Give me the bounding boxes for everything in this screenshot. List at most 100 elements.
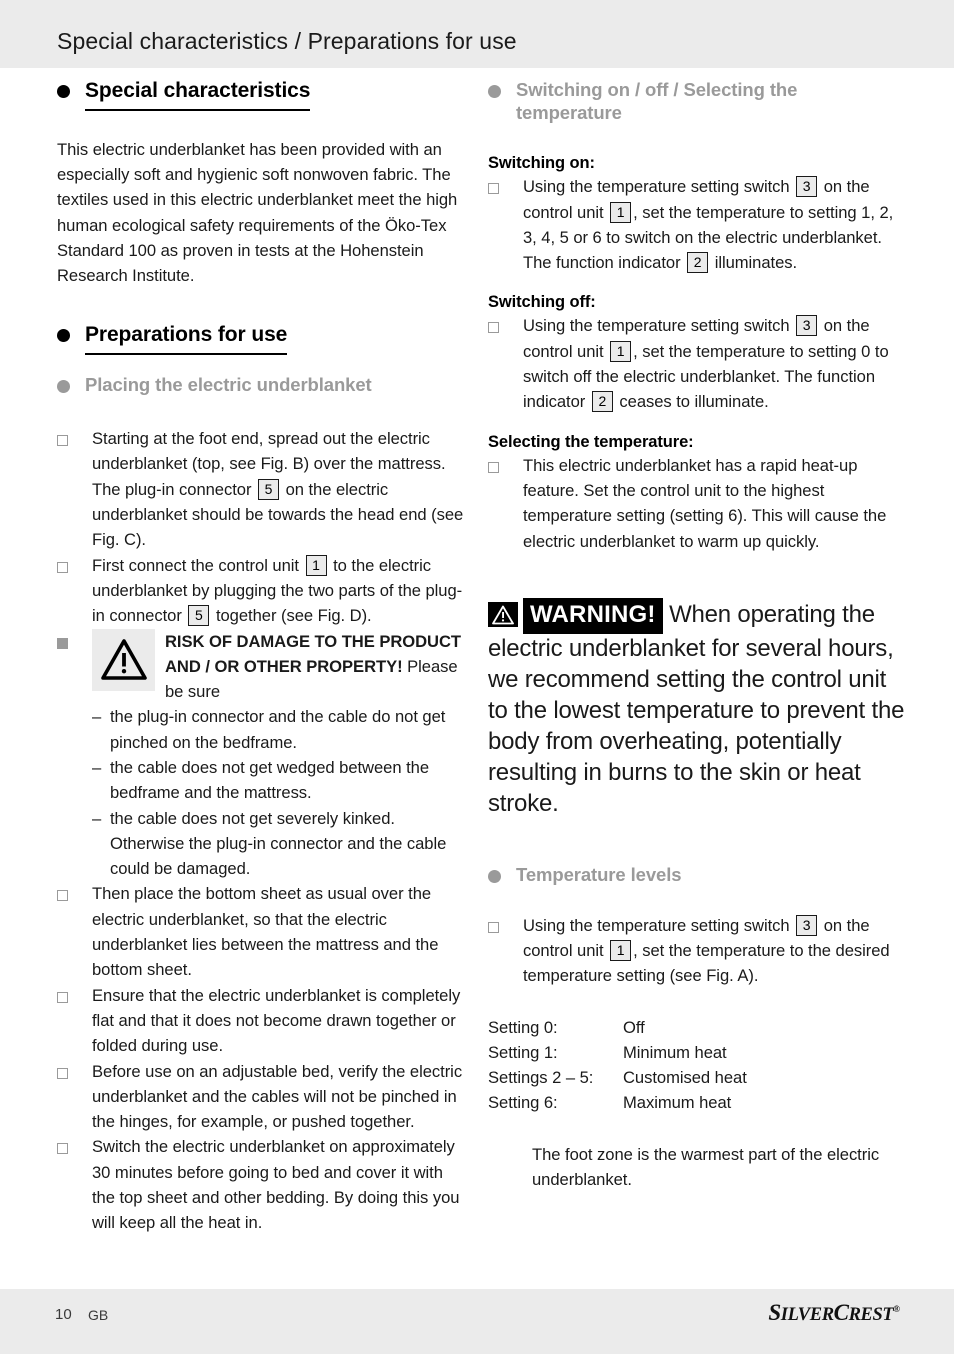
list-item-text: First connect the control unit xyxy=(92,555,299,575)
list-item-text: Ensure that the electric underblanket is… xyxy=(92,985,461,1056)
square-bullet-icon xyxy=(57,1067,68,1079)
warning-triangle-icon xyxy=(92,628,155,691)
document-page: Special characteristics / Preparations f… xyxy=(0,0,954,1354)
list-item: Using the temperature setting switch 3 o… xyxy=(488,174,906,275)
bullet-dot-icon xyxy=(57,329,70,343)
list-item: Using the temperature setting switch 3 o… xyxy=(488,313,906,414)
list-item: Before use on an adjustable bed, verify … xyxy=(57,1059,465,1135)
square-bullet-icon xyxy=(488,461,499,473)
switching-off-label: Switching off: xyxy=(488,293,596,312)
list-item-text: illuminates. xyxy=(714,253,798,273)
logo-ilver: ILVER xyxy=(780,1305,834,1325)
logo-c: C xyxy=(833,1300,849,1325)
list-item-text: Using the temperature setting switch xyxy=(523,177,790,197)
square-bullet-icon xyxy=(488,322,499,334)
bullet-dot-gray-icon xyxy=(488,85,501,98)
reference-box: 1 xyxy=(610,340,632,362)
subheading-placing-blanket: Placing the electric underblanket xyxy=(57,373,465,396)
dash-list-item-text: the plug-in connector and the cable do n… xyxy=(110,707,446,752)
bullet-dot-icon xyxy=(57,85,70,98)
heading-preparations-for-use-label: Preparations for use xyxy=(85,322,287,355)
warning-text: When operating the electric underblanket… xyxy=(488,600,905,817)
reference-box: 1 xyxy=(610,939,632,961)
dash-marker: – xyxy=(92,808,102,828)
registered-trademark-icon: ® xyxy=(893,1304,900,1314)
temperature-settings-table: Setting 0: Off Setting 1: Minimum heat S… xyxy=(488,1015,747,1116)
selecting-temperature-label: Selecting the temperature: xyxy=(488,432,694,451)
square-bullet-icon xyxy=(488,921,499,933)
list-item-text: Before use on an adjustable bed, verify … xyxy=(92,1061,463,1132)
list-item-text: Then place the bottom sheet as usual ove… xyxy=(92,884,439,980)
subheading-temperature-levels: Temperature levels xyxy=(488,863,906,886)
square-bullet-icon xyxy=(57,435,68,447)
list-item-text: This electric underblanket has a rapid h… xyxy=(523,455,887,551)
right-column: Switching on / off / Selecting the tempe… xyxy=(488,78,906,1192)
dash-list-item-text: the cable does not get wedged between th… xyxy=(110,757,430,803)
table-row: Setting 6: Maximum heat xyxy=(488,1090,747,1115)
dash-list-item: – the cable does not get wedged between … xyxy=(92,755,465,806)
left-column: Special characteristics This electric un… xyxy=(57,78,465,1236)
reference-box: 3 xyxy=(796,315,818,337)
page-title: Special characteristics / Preparations f… xyxy=(57,28,517,54)
list-item: Starting at the foot end, spread out the… xyxy=(57,426,465,552)
subheading-placing-blanket-label: Placing the electric underblanket xyxy=(85,374,372,395)
warning-triangle-icon xyxy=(488,601,518,627)
reference-box: 5 xyxy=(258,478,280,500)
square-bullet-icon xyxy=(57,890,68,902)
setting-label: Setting 1: xyxy=(488,1042,558,1062)
warning-badge-label: WARNING! xyxy=(523,597,663,634)
language-code: GB xyxy=(88,1307,109,1323)
square-bullet-filled-icon xyxy=(57,637,68,649)
dash-list-item: – the plug-in connector and the cable do… xyxy=(92,704,465,755)
heading-preparations-for-use: Preparations for use xyxy=(57,322,465,355)
table-row: Settings 2 – 5: Customised heat xyxy=(488,1065,747,1090)
list-item-text: together (see Fig. D). xyxy=(215,606,372,626)
dash-marker: – xyxy=(92,707,102,727)
reference-box: 5 xyxy=(188,605,210,627)
switching-on-label: Switching on: xyxy=(488,154,595,173)
reference-box: 3 xyxy=(796,914,818,936)
subheading-temperature-levels-label: Temperature levels xyxy=(516,864,682,886)
square-bullet-icon xyxy=(57,991,68,1003)
setting-value: Customised heat xyxy=(623,1068,747,1088)
list-item-text: Using the temperature setting switch xyxy=(523,316,790,336)
list-item-text: Switch the electric underblanket on appr… xyxy=(92,1137,460,1233)
dash-list-item-text: the cable does not get severely kinked. … xyxy=(110,808,447,879)
heading-special-characteristics-label: Special characteristics xyxy=(85,78,310,111)
subheading-switching-on-off-label: Switching on / off / Selecting the tempe… xyxy=(516,79,798,124)
list-item: This electric underblanket has a rapid h… xyxy=(488,453,906,554)
bullet-dot-gray-icon xyxy=(488,870,501,884)
risk-of-damage-block: RISK OF DAMAGE TO THE PRODUCT AND / OR O… xyxy=(57,628,465,882)
dash-marker: – xyxy=(92,757,102,777)
silvercrest-logo: SILVERCREST® xyxy=(768,1300,900,1326)
page-number: 10 xyxy=(55,1306,72,1323)
square-bullet-icon xyxy=(57,1143,68,1155)
setting-value: Off xyxy=(623,1017,645,1037)
setting-value: Maximum heat xyxy=(623,1093,732,1113)
heading-special-characteristics: Special characteristics xyxy=(57,78,465,111)
bullet-dot-gray-icon xyxy=(57,380,70,393)
reference-box: 1 xyxy=(305,554,327,576)
list-item: First connect the control unit 1 to the … xyxy=(57,553,465,629)
reference-box: 2 xyxy=(687,252,709,274)
dash-list-item: – the cable does not get severely kinked… xyxy=(92,806,465,882)
reference-box: 3 xyxy=(796,176,818,198)
logo-rest: REST xyxy=(848,1305,894,1325)
square-bullet-icon xyxy=(488,183,499,195)
setting-label: Settings 2 – 5: xyxy=(488,1068,594,1088)
running-header: Special characteristics / Preparations f… xyxy=(0,0,954,68)
list-item-text: Using the temperature setting switch xyxy=(523,915,790,935)
reference-box: 2 xyxy=(591,391,613,413)
foot-zone-note: The foot zone is the warmest part of the… xyxy=(532,1144,880,1189)
table-row: Setting 0: Off xyxy=(488,1015,747,1040)
list-item: Ensure that the electric underblanket is… xyxy=(57,983,465,1059)
subheading-switching-on-off: Switching on / off / Selecting the tempe… xyxy=(488,78,906,124)
special-characteristics-paragraph: This electric underblanket has been prov… xyxy=(57,139,458,286)
setting-label: Setting 6: xyxy=(488,1093,558,1113)
setting-value: Minimum heat xyxy=(623,1042,727,1062)
logo-s: S xyxy=(768,1300,781,1325)
list-item: Switch the electric underblanket on appr… xyxy=(57,1134,465,1235)
list-item: Then place the bottom sheet as usual ove… xyxy=(57,881,465,982)
setting-label: Setting 0: xyxy=(488,1017,558,1037)
list-item-text: ceases to illuminate. xyxy=(619,392,769,412)
